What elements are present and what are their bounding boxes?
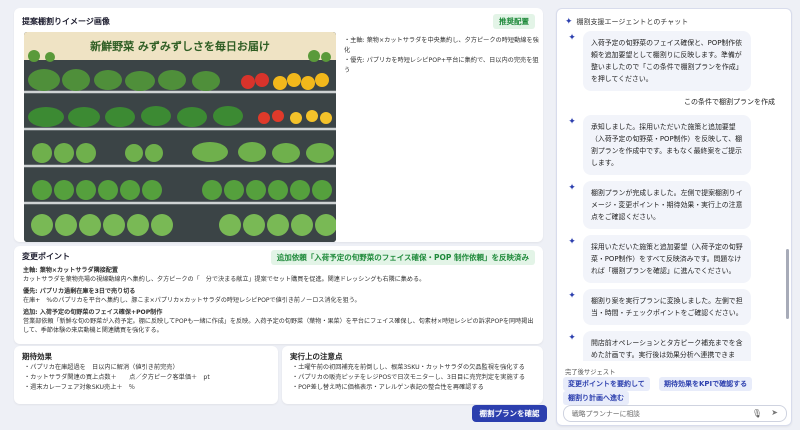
shelf-illustration: 新鮮野菜 みずみずしさを毎日お届け [24,32,336,242]
agent-message: ✦ 棚割プランが完成しました。左側で提案棚割りイメージ・変更ポイント・期待効果・… [565,181,783,229]
agent-bubble: 採用いただいた施策と追加要望（入荷予定の旬野菜・POP制作）をすべて反映済みです… [583,235,751,283]
change-point-heading: 主軸: 葉物×カットサラダ隣接配置 [23,267,118,274]
shelf-image-panel: 提案棚割りイメージ画像 推奨配置 新鮮野菜 みずみずしさを毎日お届け ・主軸: … [14,8,543,242]
agent-message: ✦ 開店前オペレーションとタ方ピーク補充までを含めた計画です。実行後は効果分析へ… [565,331,783,361]
user-message: この条件で棚割プランを作成 [684,98,775,106]
execution-notes-title: 実行上の注意点 [290,352,343,361]
agent-sparkle-icon: ✦ [568,117,576,127]
note-main-axis: ・主軸: 葉物×カットサラダを中央集約し、夕方ピークの時短動線を強化 [344,37,539,54]
agent-message: ✦ 棚割り案を実行プランに変換しました。左側で担当・時間・チェックポイントをご確… [565,289,783,325]
expected-effects-panel: 期待効果 ・パプリカ在庫超過を 日以内に解消（値引き前完売） ・カットサラダ関連… [14,346,278,404]
suggestion-go-to-plan[interactable]: 棚割り計画へ進む [563,391,629,405]
note-priority: ・優先: パプリカを時短レシピPOP+平台に集約で、日以内の完売を狙う [344,57,539,74]
agent-sparkle-icon: ✦ [568,237,576,247]
agent-bubble: 開店前オペレーションとタ方ピーク補充までを含めた計画です。実行後は効果分析へ連携… [583,331,751,361]
shelf-photo: 新鮮野菜 みずみずしさを毎日お届け [24,32,336,242]
list-item: ・土曜午前の初回補充を前倒しし、根菜3SKU・カットサラダの欠品監視を強化する [292,364,525,371]
expected-effects-title: 期待効果 [22,352,52,361]
shelf-image-title: 提案棚割りイメージ画像 [22,17,110,26]
chat-input[interactable] [572,408,742,420]
list-item: ・カットサラダ関連の買上点数＋ 点／夕方ピーク客単価＋ pt [24,374,210,381]
suggestion-summarize-changes[interactable]: 変更ポイントを要約して [563,377,650,391]
agent-sparkle-icon: ✦ [568,33,576,43]
chat-scrollbar[interactable] [786,249,789,319]
chat-panel: ✦ 棚割支援エージェントとのチャット ✦ 入荷予定の旬野菜のフェイス確保と、PO… [556,8,792,426]
expected-effects-list: ・パプリカ在庫超過を 日以内に解消（値引き前完売） ・カットサラダ関連の買上点数… [24,363,210,393]
change-point-text: カットサラダを葉物売場の視線動線内へ集約し、夕方ピークの「 分で決まる献立」提案… [23,276,426,283]
change-point-text: 在庫+ %のパプリカを平台へ集約し、豚こま×パプリカ×カットサラダの時短レシピP… [23,297,361,304]
recommended-badge: 推奨配置 [493,14,535,29]
microphone-icon[interactable]: 🎙 [752,409,762,418]
change-point-text: 営業部依頼「新鮮な旬の野菜が入荷予定。棚に反映してPOPも一緒に作成」を反映。入… [23,318,534,334]
agent-sparkle-icon: ✦ [568,291,576,301]
poster-text: 新鮮野菜 みずみずしさを毎日お届け [90,39,270,53]
agent-bubble: 棚割り案を実行プランに変換しました。左側で担当・時間・チェックポイントをご確認く… [583,289,751,325]
change-points-panel: 変更ポイント 追加依頼「入荷予定の旬野菜のフェイス確保・POP 制作依頼」を反映… [14,246,543,344]
send-icon[interactable]: ➤ [771,408,778,417]
agent-sparkle-icon: ✦ [568,183,576,193]
agent-bubble: 承知しました。採用いただいた施策と追加要望（入荷予定の旬野菜・POP制作）を反映… [583,115,751,175]
image-notes: ・主軸: 葉物×カットサラダを中央集約し、夕方ピークの時短動線を強化 ・優先: … [344,36,539,76]
list-item: ・パプリカの販売ピッチをレジPOSで日次モニターし、3日目に売完判定を実施する [292,374,526,381]
chat-input-box[interactable]: 🎙 ➤ [563,405,787,422]
chat-title: 棚割支援エージェントとのチャット [576,18,689,26]
change-points-title: 変更ポイント [22,252,70,261]
confirm-plan-button[interactable]: 棚割プランを確認 [472,405,547,422]
agent-message: ✦ 承知しました。採用いただいた施策と追加要望（入荷予定の旬野菜・POP制作）を… [565,115,783,175]
suggestions-label: 完了後サジェスト [565,369,616,376]
change-points-body: 主軸: 葉物×カットサラダ隣接配置 カットサラダを葉物売場の視線動線内へ集約し、… [23,266,538,335]
suggestion-kpi-effects[interactable]: 期待効果をKPIで確認する [659,377,753,391]
execution-notes-list: ・土曜午前の初回補充を前倒しし、根菜3SKU・カットサラダの欠品監視を強化する … [292,363,525,393]
agent-message: ✦ 入荷予定の旬野菜のフェイス確保と、POP制作依頼を追加要望として棚割りに反映… [565,31,783,91]
list-item: ・POP差し替え時に価格表示・アレルゲン表記の整合性を再確認する [292,384,484,391]
agent-bubble: 入荷予定の旬野菜のフェイス確保と、POP制作依頼を追加要望として棚割りに反映しま… [583,31,751,91]
sparkle-icon: ✦ [565,17,573,27]
applied-request-badge: 追加依頼「入荷予定の旬野菜のフェイス確保・POP 制作依頼」を反映済み [270,250,535,265]
list-item: ・パプリカ在庫超過を 日以内に解消（値引き前完売） [24,364,179,371]
change-point-heading: 追加: 入荷予定の旬野菜のフェイス確保+POP制作 [23,309,163,316]
agent-bubble: 棚割プランが完成しました。左側で提案棚割りイメージ・変更ポイント・期待効果・実行… [583,181,751,229]
agent-message: ✦ 採用いただいた施策と追加要望（入荷予定の旬野菜・POP制作）をすべて反映済み… [565,235,783,283]
execution-notes-panel: 実行上の注意点 ・土曜午前の初回補充を前倒しし、根菜3SKU・カットサラダの欠品… [282,346,543,404]
chat-message-list[interactable]: ✦ 入荷予定の旬野菜のフェイス確保と、POP制作依頼を追加要望として棚割りに反映… [561,31,783,361]
change-point-heading: 優先: パプリカ過剰在庫を3日で売り切る [23,288,136,295]
chat-header: ✦ 棚割支援エージェントとのチャット [565,17,688,27]
list-item: ・週末カレーフェア対象SKU売上＋ ％ [24,384,135,391]
agent-sparkle-icon: ✦ [568,333,576,343]
